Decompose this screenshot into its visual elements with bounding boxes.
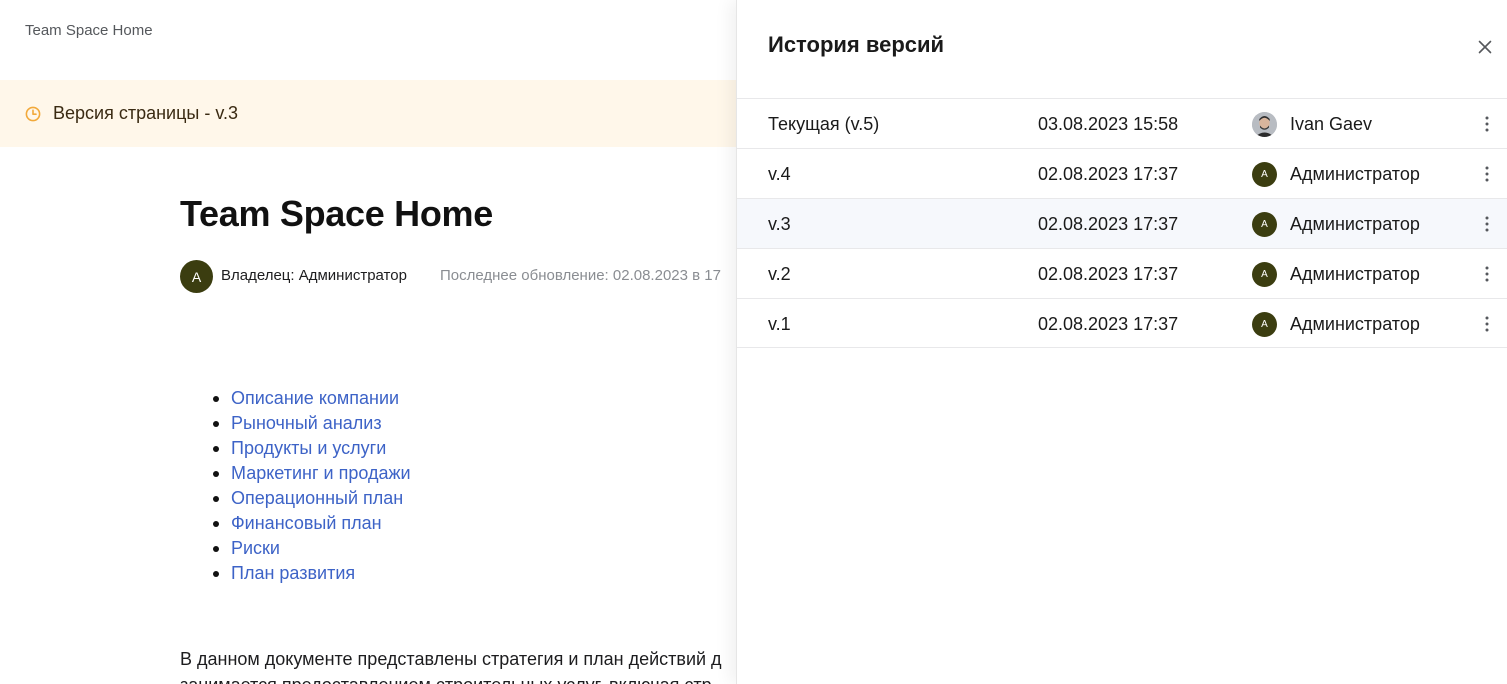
clock-icon xyxy=(25,106,41,122)
version-date: 02.08.2023 17:37 xyxy=(1038,214,1179,234)
close-button[interactable] xyxy=(1473,35,1497,59)
version-label: v.2 xyxy=(768,264,791,284)
more-vertical-icon[interactable] xyxy=(1477,114,1497,134)
avatar: A xyxy=(1252,162,1277,187)
last-updated-label: Последнее обновление: 02.08.2023 в 17 xyxy=(440,267,721,284)
avatar: A xyxy=(1252,212,1277,237)
close-icon xyxy=(1473,35,1497,59)
version-label: v.4 xyxy=(768,164,791,184)
version-author: Администратор xyxy=(1290,214,1420,234)
avatar: A xyxy=(1252,262,1277,287)
toc-item[interactable]: Риски xyxy=(210,536,411,561)
toc-item[interactable]: Операционный план xyxy=(210,486,411,511)
avatar: A xyxy=(1252,312,1277,337)
version-author: Администратор xyxy=(1290,264,1420,284)
version-date: 02.08.2023 17:37 xyxy=(1038,164,1179,184)
toc-link[interactable]: Рыночный анализ xyxy=(231,413,382,433)
toc-item[interactable]: Финансовый план xyxy=(210,511,411,536)
toc-link[interactable]: Операционный план xyxy=(231,488,403,508)
version-row[interactable]: v.4 02.08.2023 17:37 A Администратор xyxy=(737,148,1507,198)
toc-link[interactable]: План развития xyxy=(231,563,355,583)
version-date: 02.08.2023 17:37 xyxy=(1038,264,1179,284)
toc-item[interactable]: Описание компании xyxy=(210,386,411,411)
toc-link[interactable]: Риски xyxy=(231,538,280,558)
paragraph-line: В данном документе представлены стратеги… xyxy=(180,649,722,669)
document-page: Team Space Home Версия страницы - v.3 Te… xyxy=(0,0,737,684)
version-label: v.3 xyxy=(768,214,791,234)
more-vertical-icon[interactable] xyxy=(1477,264,1497,284)
toc-item[interactable]: Продукты и услуги xyxy=(210,436,411,461)
breadcrumb[interactable]: Team Space Home xyxy=(25,22,153,39)
version-label: Текущая (v.5) xyxy=(768,114,880,134)
version-banner: Версия страницы - v.3 xyxy=(0,80,737,147)
owner-label: Владелец: Администратор xyxy=(221,267,407,284)
more-vertical-icon[interactable] xyxy=(1477,314,1497,334)
version-row-selected[interactable]: v.3 02.08.2023 17:37 A Администратор xyxy=(737,198,1507,248)
toc-item[interactable]: Маркетинг и продажи xyxy=(210,461,411,486)
panel-title: История версий xyxy=(768,32,945,57)
version-author: Ivan Gaev xyxy=(1290,114,1373,134)
page-title: Team Space Home xyxy=(180,193,493,234)
version-list: Текущая (v.5) 03.08.2023 15:58 Ivan Gaev xyxy=(737,98,1507,348)
version-row[interactable]: v.2 02.08.2023 17:37 A Администратор xyxy=(737,248,1507,298)
toc-item[interactable]: Рыночный анализ xyxy=(210,411,411,436)
version-history-panel: История версий Текущая (v.5) 03.08.2023 … xyxy=(736,0,1507,684)
toc-link[interactable]: Описание компании xyxy=(231,388,399,408)
owner-avatar: A xyxy=(180,260,213,293)
toc-link[interactable]: Продукты и услуги xyxy=(231,438,386,458)
more-vertical-icon[interactable] xyxy=(1477,164,1497,184)
version-date: 02.08.2023 17:37 xyxy=(1038,314,1179,334)
table-of-contents: Описание компании Рыночный анализ Продук… xyxy=(210,386,411,586)
version-label: v.1 xyxy=(768,314,791,334)
version-author: Администратор xyxy=(1290,164,1420,184)
toc-item[interactable]: План развития xyxy=(210,561,411,586)
more-vertical-icon[interactable] xyxy=(1477,214,1497,234)
banner-text: Версия страницы - v.3 xyxy=(53,103,239,123)
toc-link[interactable]: Финансовый план xyxy=(231,513,382,533)
body-paragraph: В данном документе представлены стратеги… xyxy=(180,646,737,684)
version-row[interactable]: v.1 02.08.2023 17:37 A Администратор xyxy=(737,298,1507,348)
version-date: 03.08.2023 15:58 xyxy=(1038,114,1179,134)
version-row[interactable]: Текущая (v.5) 03.08.2023 15:58 Ivan Gaev xyxy=(737,98,1507,148)
paragraph-line: занимается предоставлением строительных … xyxy=(180,672,737,684)
version-author: Администратор xyxy=(1290,314,1420,334)
avatar xyxy=(1252,112,1277,137)
toc-link[interactable]: Маркетинг и продажи xyxy=(231,463,411,483)
